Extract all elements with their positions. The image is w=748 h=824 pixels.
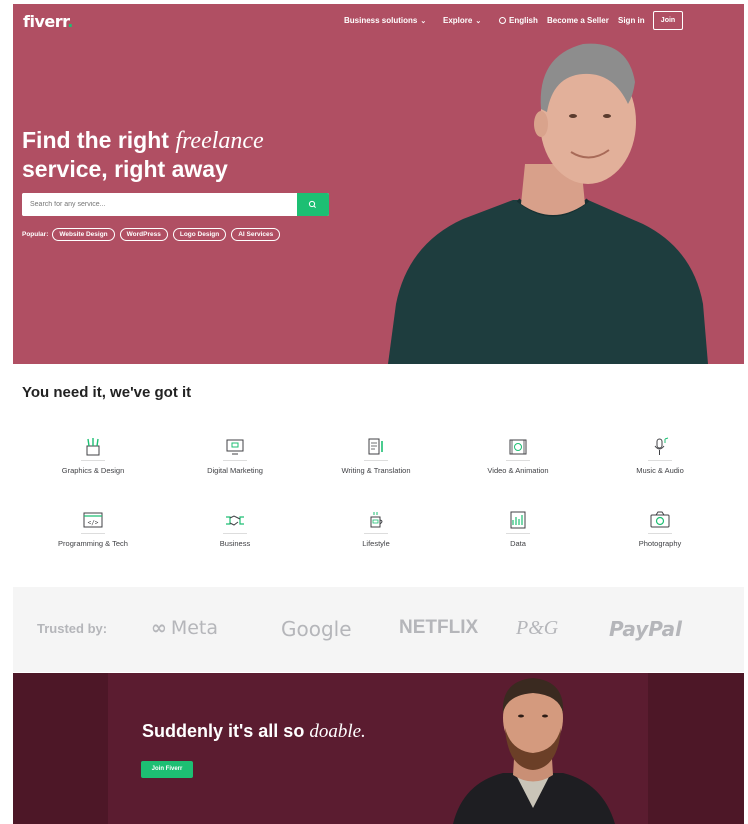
category-music-audio[interactable]: Music & Audio: [590, 437, 730, 475]
popular-label: Popular:: [22, 230, 49, 238]
music-audio-icon: [654, 437, 669, 455]
chevron-down-icon: ⌄: [475, 18, 482, 25]
popular-tag-logo-design[interactable]: Logo Design: [172, 227, 227, 241]
nav-become-seller[interactable]: Become a Seller: [547, 16, 609, 25]
globe-icon: [499, 17, 506, 24]
category-video-animation[interactable]: Video & Animation: [448, 437, 588, 475]
search-button[interactable]: [297, 193, 329, 216]
nav-sign-in[interactable]: Sign in: [618, 16, 645, 25]
photography-icon: [650, 511, 670, 528]
search-input[interactable]: [22, 193, 297, 216]
netflix-logo: NETFLIX: [399, 617, 479, 638]
category-writing-translation[interactable]: Writing & Translation: [306, 437, 446, 475]
category-programming-tech[interactable]: </> Programming & Tech: [23, 510, 163, 548]
business-icon: [226, 515, 244, 526]
graphics-design-icon: [86, 438, 100, 456]
fiverr-logo[interactable]: fiverr.: [23, 12, 73, 31]
category-data[interactable]: Data: [448, 510, 588, 548]
banner-title: Suddenly it's all so doable.: [142, 721, 366, 742]
data-icon: [510, 511, 526, 529]
search-icon: [308, 200, 316, 208]
category-business[interactable]: Business: [165, 510, 305, 548]
popular-tag-ai-services[interactable]: AI Services: [231, 227, 281, 241]
category-digital-marketing[interactable]: Digital Marketing: [165, 437, 305, 475]
hero-man-photo: [388, 43, 708, 364]
nav-business-solutions[interactable]: Business solutions ⌄: [344, 16, 426, 25]
categories-title: You need it, we've got it: [22, 384, 192, 401]
popular-tag-website-design[interactable]: Website Design: [52, 227, 115, 241]
join-button[interactable]: Join: [653, 11, 683, 30]
join-fiverr-button[interactable]: Join Fiverr: [141, 761, 193, 778]
popular-tag-wordpress[interactable]: WordPress: [119, 227, 168, 241]
google-logo: Google: [281, 617, 352, 641]
trusted-by-label: Trusted by:: [37, 621, 108, 636]
popular-tags: Popular: Website Design WordPress Logo D…: [22, 227, 285, 241]
pg-logo: P&G: [516, 617, 559, 639]
digital-marketing-icon: [226, 439, 244, 455]
paypal-logo: PayPal: [609, 617, 683, 641]
programming-tech-icon: </>: [83, 512, 103, 528]
banner-man-photo: [453, 678, 615, 824]
hero-section: fiverr. Business solutions ⌄ Explore ⌄ Eng…: [13, 4, 744, 364]
join-banner: Suddenly it's all so doable. Join Fiverr: [13, 673, 744, 824]
meta-logo: ∞ Meta: [151, 617, 219, 639]
hero-title: Find the right freelance service, right …: [22, 127, 264, 182]
video-animation-icon: [509, 439, 527, 455]
writing-translation-icon: [368, 438, 383, 455]
category-lifestyle[interactable]: Lifestyle: [306, 510, 446, 548]
category-graphics-design[interactable]: Graphics & Design: [23, 437, 163, 475]
chevron-down-icon: ⌄: [420, 18, 427, 25]
trusted-by-section: Trusted by: ∞ Meta Google NETFLIX P&G Pay…: [13, 587, 744, 672]
search-bar: [22, 193, 329, 216]
svg-text:</>: </>: [88, 520, 99, 527]
nav-language[interactable]: English: [499, 16, 538, 25]
category-photography[interactable]: Photography: [590, 510, 730, 548]
top-nav: fiverr. Business solutions ⌄ Explore ⌄ Eng…: [13, 4, 744, 38]
lifestyle-icon: [370, 512, 383, 528]
nav-explore[interactable]: Explore ⌄: [443, 16, 481, 25]
